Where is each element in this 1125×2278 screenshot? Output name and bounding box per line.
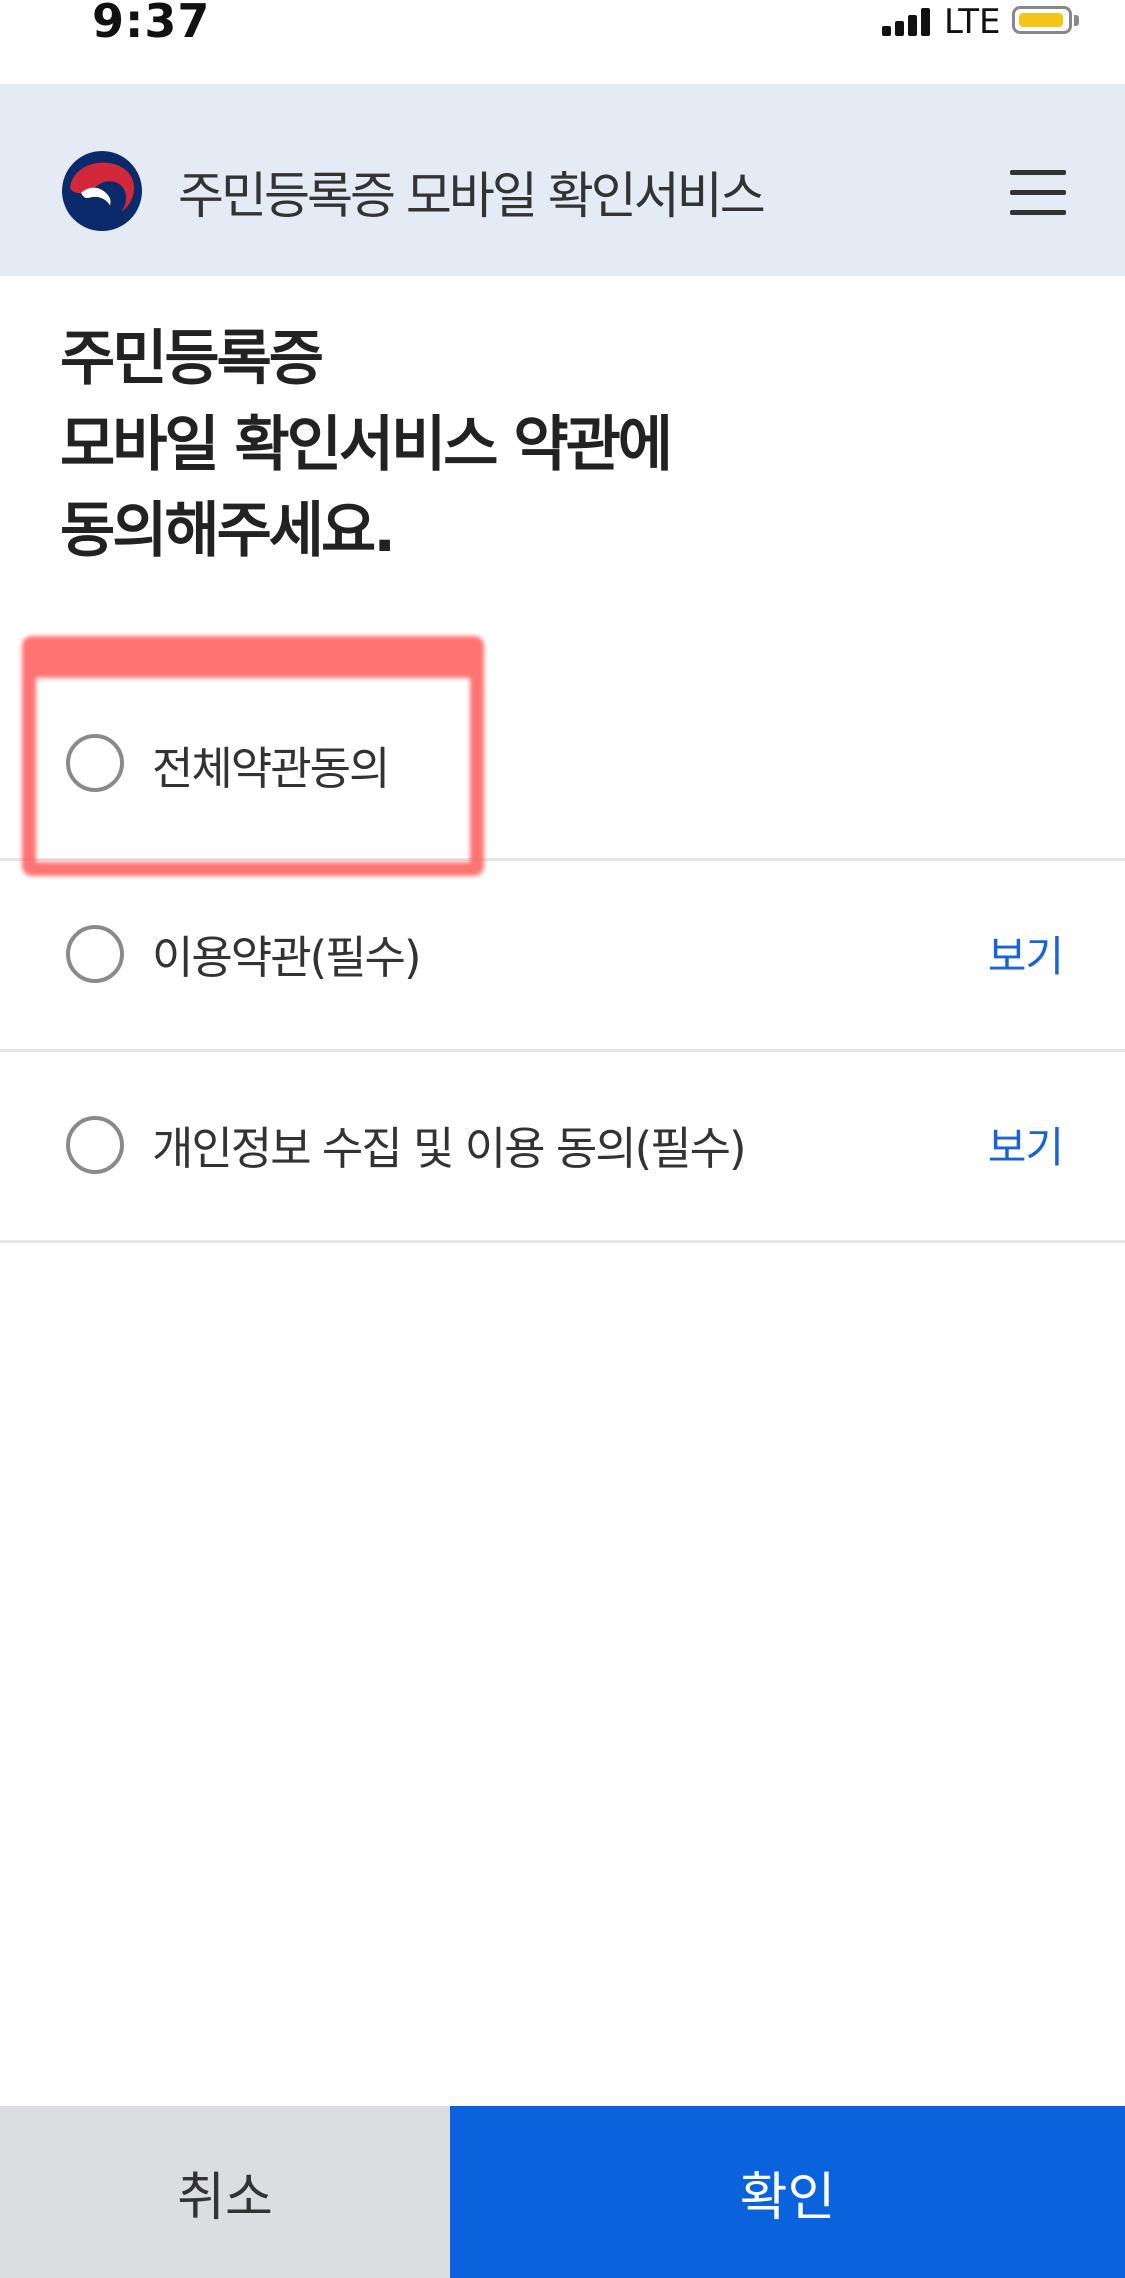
taegeuk-logo-icon <box>62 151 142 231</box>
cancel-button[interactable]: 취소 <box>0 2106 450 2278</box>
page-title-line-3: 동의해주세요. <box>60 496 396 566</box>
network-type: LTE <box>944 2 1001 42</box>
confirm-button[interactable]: 확인 <box>450 2106 1125 2278</box>
privacy-consent-radio[interactable] <box>66 1116 124 1174</box>
bottom-action-bar: 취소 확인 <box>0 2106 1125 2278</box>
page-title-line-1: 주민등록증 <box>60 324 324 394</box>
hamburger-menu-icon[interactable] <box>1010 170 1066 216</box>
privacy-consent-row[interactable]: 개인정보 수집 및 이용 동의(필수) 보기 <box>0 1052 1125 1243</box>
header-title: 주민등록증 모바일 확인서비스 <box>178 167 766 225</box>
terms-of-use-row[interactable]: 이용약관(필수) 보기 <box>0 861 1125 1052</box>
signal-strength-icon <box>882 8 934 36</box>
status-time: 9:37 <box>92 0 211 48</box>
page-title: 주민등록증 모바일 확인서비스 약관에 동의해주세요. <box>60 316 673 574</box>
highlight-annotation-box <box>22 636 484 876</box>
battery-tip <box>1074 15 1079 26</box>
terms-of-use-label: 이용약관(필수) <box>152 931 422 984</box>
battery-icon <box>1012 6 1072 34</box>
terms-of-use-view-link[interactable]: 보기 <box>988 923 1064 984</box>
terms-of-use-radio[interactable] <box>66 925 124 983</box>
divider <box>0 1240 1125 1243</box>
privacy-consent-label: 개인정보 수집 및 이용 동의(필수) <box>152 1122 747 1175</box>
page-title-line-2: 모바일 확인서비스 약관에 <box>60 410 673 480</box>
app-header: 주민등록증 모바일 확인서비스 <box>0 84 1125 276</box>
privacy-consent-view-link[interactable]: 보기 <box>988 1114 1064 1175</box>
status-bar: 9:37 LTE <box>0 0 1125 84</box>
